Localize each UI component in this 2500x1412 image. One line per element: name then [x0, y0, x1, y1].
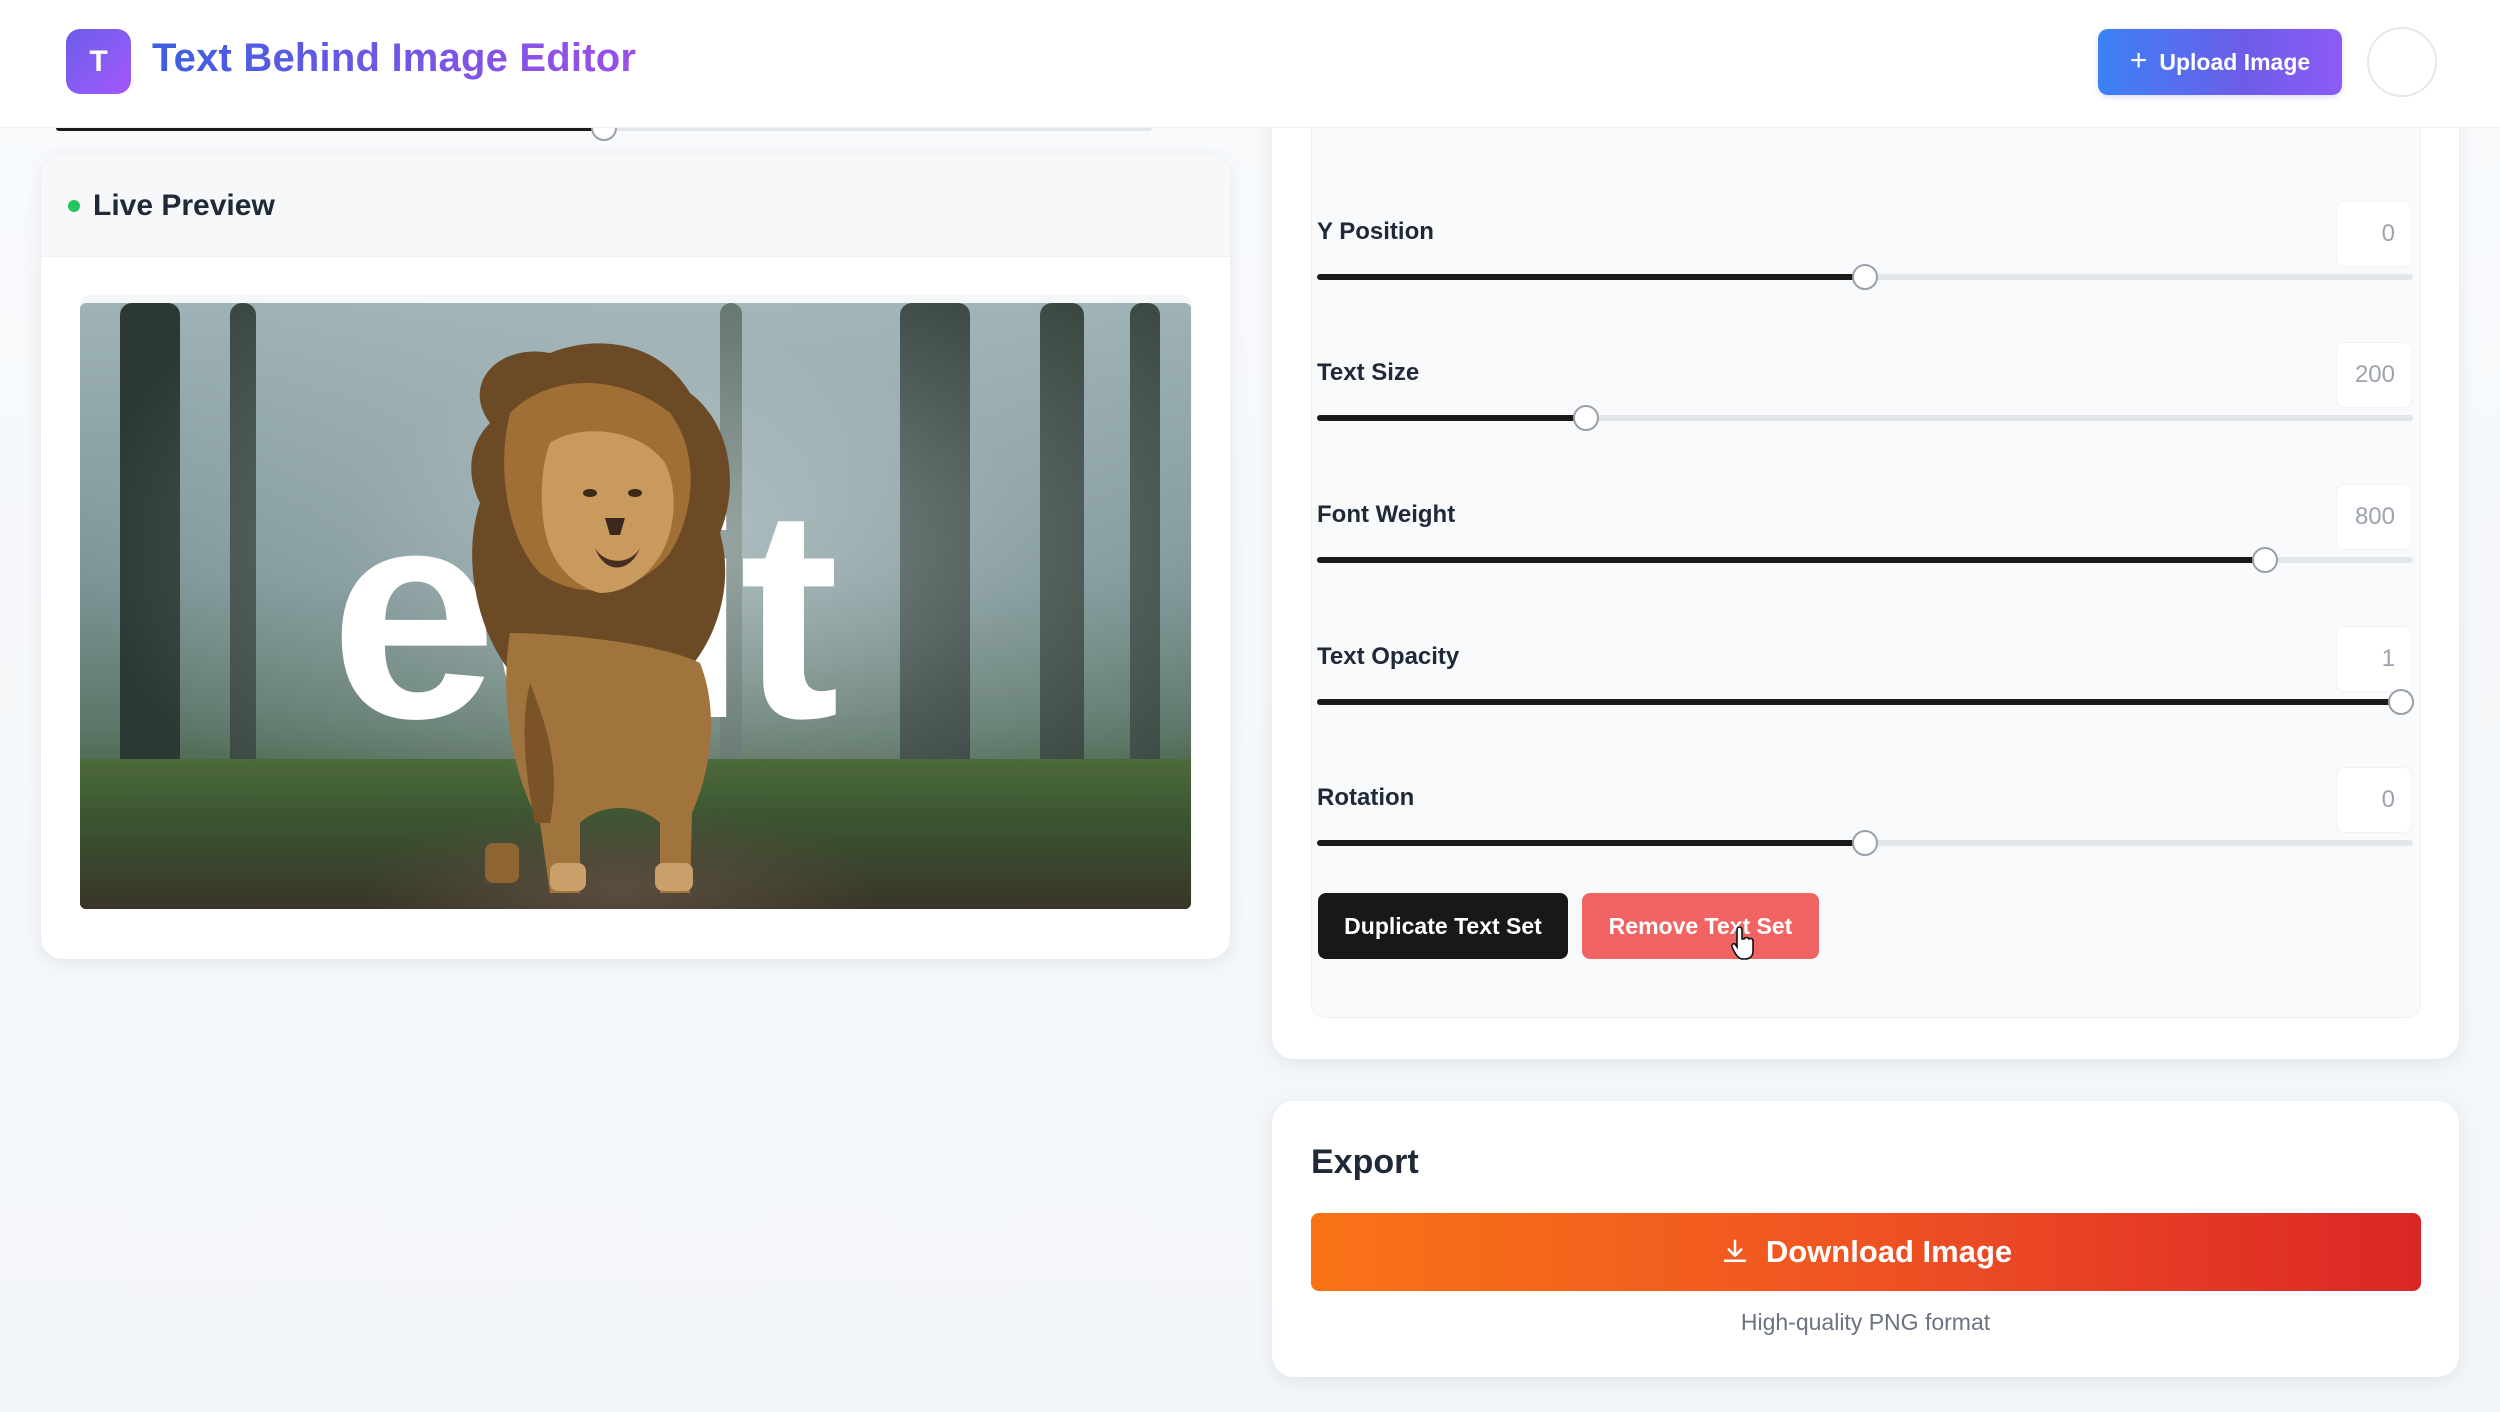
- slider-value-input[interactable]: 800: [2336, 484, 2412, 550]
- app-logo: T: [66, 29, 131, 94]
- slider-track[interactable]: [1317, 405, 2413, 431]
- lion-image: [471, 343, 730, 893]
- slider-thumb[interactable]: [1573, 405, 1599, 431]
- live-status-dot: [68, 200, 80, 212]
- slider-value-input[interactable]: 200: [2336, 342, 2412, 408]
- slider-fill: [1317, 415, 1586, 421]
- slider-label: Font Weight: [1317, 501, 1456, 528]
- slider-label: Rotation: [1317, 784, 1415, 811]
- slider-thumb[interactable]: [1852, 264, 1878, 290]
- slider-track[interactable]: [1317, 830, 2413, 856]
- export-format-note: High-quality PNG format: [1740, 1309, 1991, 1335]
- slider-value-input[interactable]: 0: [2336, 767, 2412, 833]
- slider-row: Rotation 0: [1317, 767, 2415, 904]
- slider-label: Text Size: [1317, 359, 1420, 386]
- preview-image: edit: [80, 303, 1191, 909]
- remove-text-set-button[interactable]: Remove Text Set: [1582, 893, 1819, 959]
- slider-thumb[interactable]: [2252, 547, 2278, 573]
- slider-track[interactable]: [1317, 547, 2413, 573]
- preview-header: Live Preview: [41, 155, 1230, 257]
- hand-cursor-icon: [1731, 926, 1754, 960]
- slider-fill: [1317, 840, 1865, 846]
- upload-button-label: Upload Image: [2159, 48, 2311, 75]
- slider-fill: [1317, 557, 2265, 563]
- duplicate-text-set-button[interactable]: Duplicate Text Set: [1318, 893, 1568, 959]
- top-header: T Text Behind Image Editor + Upload Imag…: [0, 0, 2500, 128]
- live-preview-card: Live Preview edit: [41, 155, 1230, 959]
- export-title: Export: [1311, 1143, 1419, 1181]
- slider-row: Y Position 0: [1317, 201, 2415, 338]
- slider-thumb[interactable]: [1852, 830, 1878, 856]
- slider-row: Text Opacity 1: [1317, 626, 2415, 763]
- slider-fill: [1317, 699, 2401, 705]
- slider-value-input[interactable]: 0: [2336, 201, 2412, 267]
- slider-track[interactable]: [1317, 264, 2413, 290]
- export-card: Export Download Image High-quality PNG f…: [1272, 1101, 2459, 1377]
- slider-label: Y Position: [1317, 218, 1434, 245]
- slider-value-input[interactable]: 1: [2336, 626, 2412, 692]
- app-root: T Text Behind Image Editor + Upload Imag…: [0, 0, 2500, 1412]
- slider-track[interactable]: [1317, 689, 2414, 715]
- download-icon: [1723, 1239, 1747, 1262]
- slider-row: Text Size 200: [1317, 342, 2415, 479]
- slider-thumb[interactable]: [2388, 689, 2414, 715]
- download-image-button[interactable]: Download Image: [1311, 1213, 2421, 1291]
- avatar[interactable]: [2367, 27, 2437, 97]
- preview-canvas: edit: [80, 295, 1192, 909]
- slider-label: Text Opacity: [1317, 643, 1460, 670]
- plus-icon: +: [2129, 43, 2148, 77]
- app-title: Text Behind Image Editor: [152, 36, 637, 80]
- preview-title: Live Preview: [93, 189, 275, 222]
- upload-image-button[interactable]: + Upload Image: [2098, 29, 2342, 95]
- download-button-label: Download Image: [1765, 1234, 2013, 1269]
- slider-row: Font Weight 800: [1317, 484, 2415, 621]
- slider-fill: [1317, 274, 1865, 280]
- logo-letter: T: [89, 44, 108, 78]
